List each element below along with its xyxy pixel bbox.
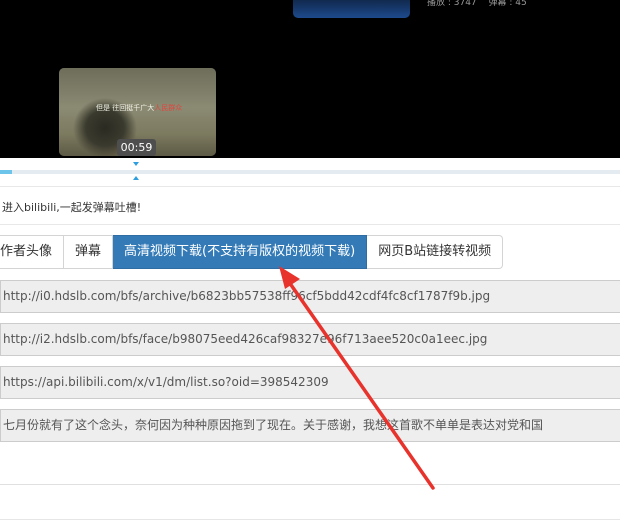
preview-time: 00:59 bbox=[117, 139, 156, 156]
danmaku-bar[interactable]: 进入bilibili,一起发弹幕吐槽! bbox=[0, 186, 620, 225]
danmaku-api-field[interactable]: https://api.bilibili.com/x/v1/dm/list.so… bbox=[0, 366, 620, 399]
tab-hd-video-download[interactable]: 高清视频下载(不支持有版权的视频下载) bbox=[113, 235, 368, 269]
cover-url-field[interactable]: http://i0.hdslb.com/bfs/archive/b6823bb5… bbox=[0, 280, 620, 313]
progress-fill bbox=[0, 170, 13, 174]
related-video-thumbnail[interactable] bbox=[293, 0, 410, 18]
output-area bbox=[0, 445, 620, 485]
seek-marker-top-icon bbox=[133, 162, 139, 166]
tab-link-to-video[interactable]: 网页B站链接转视频 bbox=[367, 235, 504, 269]
tool-tabs: 作者头像 弹幕 高清视频下载(不支持有版权的视频下载) 网页B站链接转视频 bbox=[0, 235, 504, 269]
play-count: 播放 : 3747 bbox=[427, 0, 477, 8]
preview-subtitle: 但是 往回挺千广大人民群众 bbox=[96, 104, 183, 112]
divider bbox=[0, 519, 620, 520]
face-url-field[interactable]: http://i2.hdslb.com/bfs/face/b98075eed42… bbox=[0, 323, 620, 356]
seek-marker-bottom-icon bbox=[133, 176, 139, 180]
description-field[interactable]: 七月份就有了这个念头，奈何因为种种原因拖到了现在。关于感谢，我想这首歌不单单是表… bbox=[0, 409, 620, 442]
video-stats: 播放 : 3747 弹幕 : 45 bbox=[427, 0, 536, 8]
danmaku-prompt: 进入bilibili,一起发弹幕吐槽! bbox=[2, 201, 142, 214]
tab-danmaku[interactable]: 弹幕 bbox=[64, 235, 114, 269]
video-player[interactable]: 播放 : 3747 弹幕 : 45 但是 往回挺千广大人民群众 00:59 bbox=[0, 0, 620, 158]
danmaku-count: 弹幕 : 45 bbox=[488, 0, 527, 8]
tab-author-avatar[interactable]: 作者头像 bbox=[0, 235, 65, 269]
progress-bar[interactable] bbox=[0, 170, 620, 174]
